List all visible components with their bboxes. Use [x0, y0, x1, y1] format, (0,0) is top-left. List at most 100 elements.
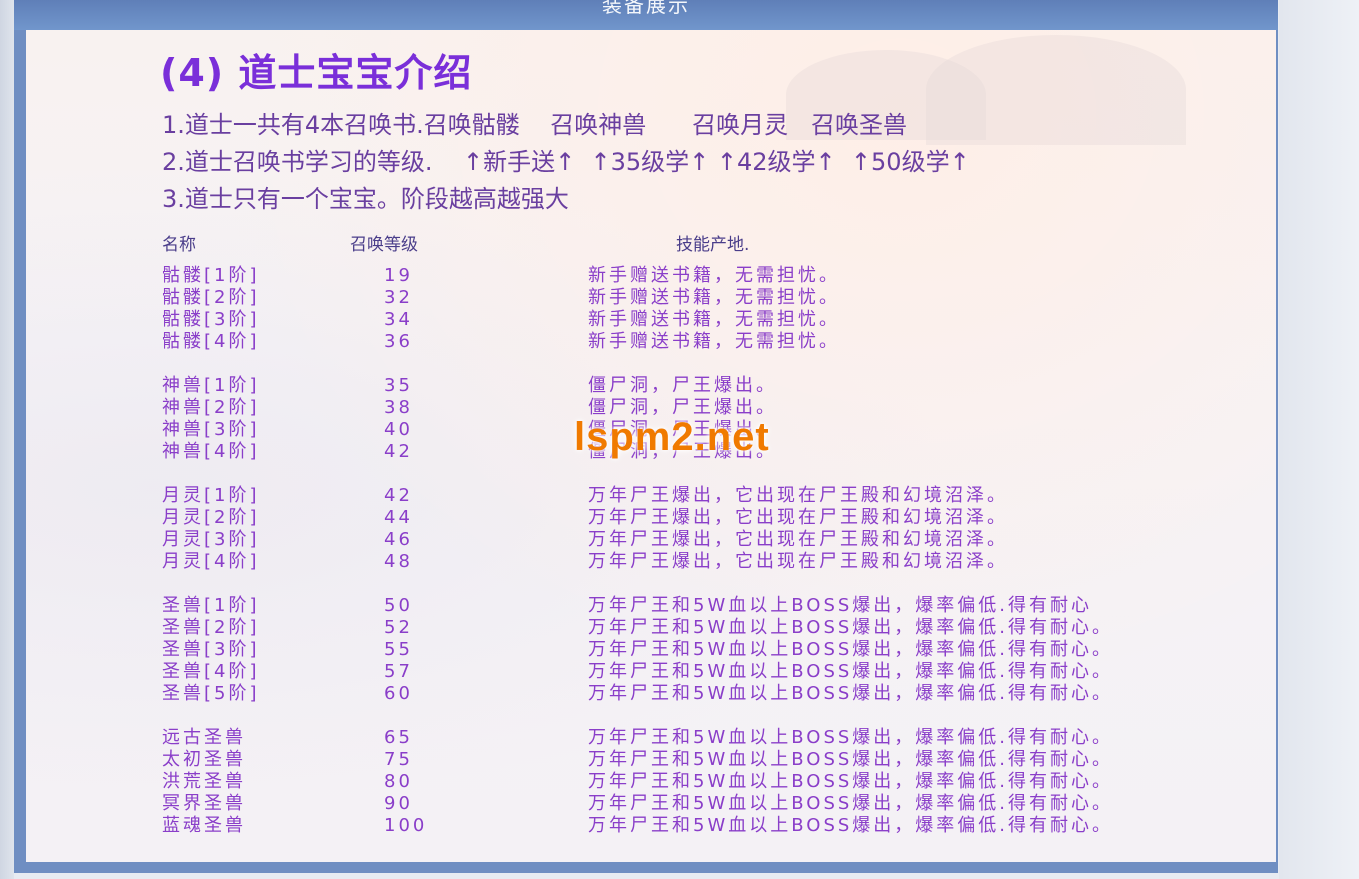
table-row: 蓝魂圣兽 100 万年尸王和5W血以上BOSS爆出，爆率偏低.得有耐心。 — [26, 815, 1276, 837]
intro-line-2: 2.道士召唤书学习的等级. ↑新手送↑ ↑35级学↑ ↑42级学↑ ↑50级学↑ — [162, 148, 970, 176]
row-source: 万年尸王爆出，它出现在尸王殿和幻境沼泽。 — [588, 485, 1008, 506]
table-row: 骷髅[1阶] 19 新手赠送书籍，无需担忧。 — [26, 265, 1276, 287]
row-name: 骷髅[2阶] — [162, 287, 260, 308]
column-header-name: 名称 — [162, 235, 196, 255]
table-row: 骷髅[4阶] 36 新手赠送书籍，无需担忧。 — [26, 331, 1276, 353]
row-source: 新手赠送书籍，无需担忧。 — [588, 331, 840, 352]
row-level: 48 — [384, 551, 413, 572]
table-row: 圣兽[5阶] 60 万年尸王和5W血以上BOSS爆出，爆率偏低.得有耐心。 — [26, 683, 1276, 705]
row-name: 圣兽[3阶] — [162, 639, 260, 660]
summon-table: 骷髅[1阶] 19 新手赠送书籍，无需担忧。 骷髅[2阶] 32 新手赠送书籍，无需担忧。… — [26, 265, 1276, 837]
row-name: 圣兽[4阶] — [162, 661, 260, 682]
row-level: 90 — [384, 793, 413, 814]
row-name: 骷髅[4阶] — [162, 331, 260, 352]
row-level: 34 — [384, 309, 413, 330]
row-source: 新手赠送书籍，无需担忧。 — [588, 309, 840, 330]
row-name: 神兽[3阶] — [162, 419, 260, 440]
row-source: 万年尸王和5W血以上BOSS爆出，爆率偏低.得有耐心。 — [588, 771, 1114, 792]
row-level: 55 — [384, 639, 413, 660]
row-source: 万年尸王和5W血以上BOSS爆出，爆率偏低.得有耐心。 — [588, 727, 1114, 748]
title-bar: 装备展示 — [14, 0, 1278, 30]
row-name: 冥界圣兽 — [162, 793, 246, 814]
row-name: 月灵[4阶] — [162, 551, 260, 572]
column-header-source: 技能产地. — [676, 235, 750, 255]
background-mountain — [926, 35, 1186, 145]
intro-line-3: 3.道士只有一个宝宝。阶段越高越强大 — [162, 185, 569, 213]
row-name: 远古圣兽 — [162, 727, 246, 748]
row-source: 万年尸王和5W血以上BOSS爆出，爆率偏低.得有耐心。 — [588, 749, 1114, 770]
title-bar-label: 装备展示 — [602, 0, 690, 17]
row-source: 万年尸王和5W血以上BOSS爆出，爆率偏低.得有耐心。 — [588, 683, 1114, 704]
row-name: 月灵[2阶] — [162, 507, 260, 528]
row-level: 50 — [384, 595, 413, 616]
table-row: 月灵[1阶] 42 万年尸王爆出，它出现在尸王殿和幻境沼泽。 — [26, 485, 1276, 507]
row-name: 圣兽[5阶] — [162, 683, 260, 704]
row-name: 神兽[1阶] — [162, 375, 260, 396]
row-level: 32 — [384, 287, 413, 308]
section-heading: (4) 道士宝宝介绍 — [160, 51, 473, 95]
table-row: 圣兽[1阶] 50 万年尸王和5W血以上BOSS爆出，爆率偏低.得有耐心 — [26, 595, 1276, 617]
table-row: 神兽[1阶] 35 僵尸洞，尸王爆出。 — [26, 375, 1276, 397]
row-name: 圣兽[1阶] — [162, 595, 260, 616]
row-level: 36 — [384, 331, 413, 352]
row-level: 46 — [384, 529, 413, 550]
row-name: 神兽[4阶] — [162, 441, 260, 462]
row-name: 蓝魂圣兽 — [162, 815, 246, 836]
table-row: 洪荒圣兽 80 万年尸王和5W血以上BOSS爆出，爆率偏低.得有耐心。 — [26, 771, 1276, 793]
site-watermark: lspm2.net — [574, 415, 770, 459]
row-source: 万年尸王和5W血以上BOSS爆出，爆率偏低.得有耐心。 — [588, 639, 1114, 660]
row-level: 52 — [384, 617, 413, 638]
row-level: 40 — [384, 419, 413, 440]
row-level: 60 — [384, 683, 413, 704]
table-row: 月灵[3阶] 46 万年尸王爆出，它出现在尸王殿和幻境沼泽。 — [26, 529, 1276, 551]
row-source: 万年尸王和5W血以上BOSS爆出，爆率偏低.得有耐心 — [588, 595, 1093, 616]
row-level: 38 — [384, 397, 413, 418]
row-source: 万年尸王爆出，它出现在尸王殿和幻境沼泽。 — [588, 529, 1008, 550]
table-row: 圣兽[3阶] 55 万年尸王和5W血以上BOSS爆出，爆率偏低.得有耐心。 — [26, 639, 1276, 661]
row-source: 万年尸王和5W血以上BOSS爆出，爆率偏低.得有耐心。 — [588, 617, 1114, 638]
row-level: 80 — [384, 771, 413, 792]
row-name: 月灵[3阶] — [162, 529, 260, 550]
row-source: 万年尸王爆出，它出现在尸王殿和幻境沼泽。 — [588, 507, 1008, 528]
row-source: 万年尸王爆出，它出现在尸王殿和幻境沼泽。 — [588, 551, 1008, 572]
table-row: 远古圣兽 65 万年尸王和5W血以上BOSS爆出，爆率偏低.得有耐心。 — [26, 727, 1276, 749]
row-name: 神兽[2阶] — [162, 397, 260, 418]
row-name: 骷髅[3阶] — [162, 309, 260, 330]
row-level: 42 — [384, 485, 413, 506]
row-level: 35 — [384, 375, 413, 396]
row-name: 圣兽[2阶] — [162, 617, 260, 638]
row-source: 万年尸王和5W血以上BOSS爆出，爆率偏低.得有耐心。 — [588, 661, 1114, 682]
content-panel: (4) 道士宝宝介绍 1.道士一共有4本召唤书.召唤骷髅 召唤神兽 召唤月灵 召… — [26, 30, 1276, 862]
intro-line-1: 1.道士一共有4本召唤书.召唤骷髅 召唤神兽 召唤月灵 召唤圣兽 — [162, 111, 907, 139]
row-name: 骷髅[1阶] — [162, 265, 260, 286]
right-edge-strip — [1279, 0, 1359, 879]
row-name: 太初圣兽 — [162, 749, 246, 770]
row-level: 75 — [384, 749, 413, 770]
row-source: 新手赠送书籍，无需担忧。 — [588, 287, 840, 308]
table-row: 圣兽[2阶] 52 万年尸王和5W血以上BOSS爆出，爆率偏低.得有耐心。 — [26, 617, 1276, 639]
row-source: 万年尸王和5W血以上BOSS爆出，爆率偏低.得有耐心。 — [588, 793, 1114, 814]
row-level: 65 — [384, 727, 413, 748]
content-frame: 装备展示 (4) 道士宝宝介绍 1.道士一共有4本召唤书.召唤骷髅 召唤神兽 召… — [14, 0, 1278, 873]
row-name: 月灵[1阶] — [162, 485, 260, 506]
table-row: 月灵[2阶] 44 万年尸王爆出，它出现在尸王殿和幻境沼泽。 — [26, 507, 1276, 529]
table-row: 月灵[4阶] 48 万年尸王爆出，它出现在尸王殿和幻境沼泽。 — [26, 551, 1276, 573]
column-header-level: 召唤等级 — [350, 235, 418, 255]
table-row: 圣兽[4阶] 57 万年尸王和5W血以上BOSS爆出，爆率偏低.得有耐心。 — [26, 661, 1276, 683]
row-source: 僵尸洞，尸王爆出。 — [588, 375, 777, 396]
row-level: 44 — [384, 507, 413, 528]
row-source: 新手赠送书籍，无需担忧。 — [588, 265, 840, 286]
row-level: 100 — [384, 815, 428, 836]
left-edge-strip — [0, 0, 14, 879]
table-row: 冥界圣兽 90 万年尸王和5W血以上BOSS爆出，爆率偏低.得有耐心。 — [26, 793, 1276, 815]
row-source: 万年尸王和5W血以上BOSS爆出，爆率偏低.得有耐心。 — [588, 815, 1114, 836]
table-row: 骷髅[2阶] 32 新手赠送书籍，无需担忧。 — [26, 287, 1276, 309]
table-row: 骷髅[3阶] 34 新手赠送书籍，无需担忧。 — [26, 309, 1276, 331]
row-name: 洪荒圣兽 — [162, 771, 246, 792]
row-level: 42 — [384, 441, 413, 462]
table-row: 太初圣兽 75 万年尸王和5W血以上BOSS爆出，爆率偏低.得有耐心。 — [26, 749, 1276, 771]
